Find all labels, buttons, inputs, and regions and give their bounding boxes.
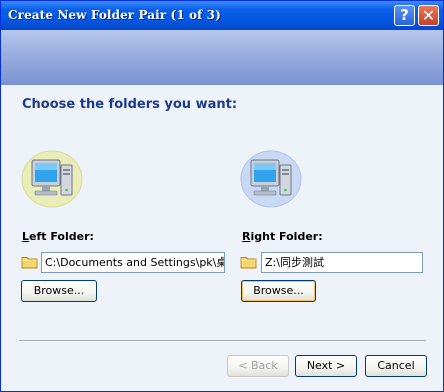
header-banner bbox=[1, 30, 443, 85]
cancel-button[interactable]: Cancel bbox=[365, 355, 427, 377]
computer-icon bbox=[21, 150, 83, 208]
close-button[interactable]: ✕ bbox=[418, 5, 439, 26]
footer-separator bbox=[19, 340, 426, 342]
computer-icon bbox=[240, 150, 302, 208]
help-button[interactable]: ? bbox=[394, 5, 415, 26]
window-title: Create New Folder Pair (1 of 3) bbox=[8, 8, 221, 22]
right-browse-button[interactable]: Browse... bbox=[241, 280, 316, 302]
right-folder-label: Right Folder: bbox=[242, 230, 323, 243]
right-folder-path-input[interactable]: Z:\同步測試 bbox=[261, 252, 423, 273]
wizard-window: Create New Folder Pair (1 of 3) ? ✕ Choo… bbox=[0, 0, 444, 392]
back-button[interactable]: < Back bbox=[227, 355, 289, 377]
next-button[interactable]: Next > bbox=[295, 355, 357, 377]
left-browse-button[interactable]: Browse... bbox=[21, 280, 97, 302]
left-folder-path-input[interactable]: C:\Documents and Settings\pk\桌面\ bbox=[41, 252, 225, 273]
page-heading: Choose the folders you want: bbox=[22, 97, 238, 112]
folder-icon bbox=[21, 257, 38, 269]
title-bar[interactable]: Create New Folder Pair (1 of 3) ? ✕ bbox=[1, 1, 443, 30]
left-folder-label: Left Folder: bbox=[22, 230, 94, 243]
folder-icon bbox=[240, 257, 257, 269]
